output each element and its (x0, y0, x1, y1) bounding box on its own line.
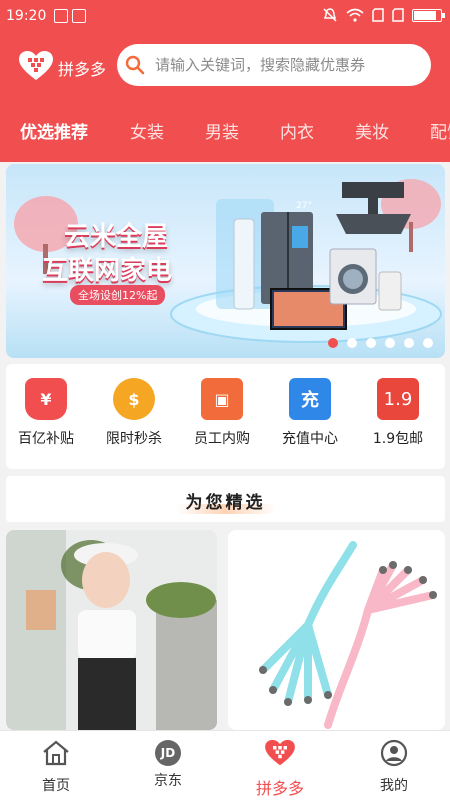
product-image (228, 530, 445, 730)
promo-banner[interactable]: 27° 云米全屋 互联网家电 全场设创12%起 (6, 164, 445, 358)
search-bar[interactable] (117, 44, 431, 86)
recharge-icon: 充 (289, 378, 331, 420)
quick-link-employee[interactable]: ▣ 员工内购 (182, 378, 262, 448)
nav-label: 首页 (42, 778, 70, 794)
category-tabs: 优选推荐 女装 男装 内衣 美妆 配饰 (0, 112, 450, 156)
banner-subtitle: 全场设创12%起 (70, 285, 166, 305)
nav-pinduoduo[interactable]: 拼多多 (240, 739, 320, 799)
banner-dot[interactable] (328, 338, 338, 348)
jd-icon: JD (155, 740, 181, 766)
tab-womens[interactable]: 女装 (130, 118, 164, 143)
mute-icon (323, 8, 337, 22)
tab-mens[interactable]: 男装 (205, 118, 239, 143)
banner-dot[interactable] (385, 338, 395, 348)
battery-icon (412, 8, 445, 22)
status-bar: 19:20 (0, 0, 450, 32)
home-icon (43, 740, 69, 766)
nav-label: 我的 (380, 778, 408, 794)
profile-icon (380, 739, 408, 767)
picks-section-header: 为您精选 (6, 476, 445, 522)
tab-beauty[interactable]: 美妆 (355, 118, 389, 143)
nav-label: 拼多多 (255, 779, 304, 798)
pinduoduo-logo-icon (19, 51, 53, 80)
price-tag-icon: 1.9 (377, 378, 419, 420)
bottom-navigation: 首页 JD 京东 拼多多 我的 (0, 730, 450, 801)
banner-temp-label: 27° (296, 201, 312, 211)
quick-link-label: 1.9包邮 (372, 431, 424, 447)
tab-accessories[interactable]: 配饰 (430, 118, 450, 143)
section-title: 为您精选 (185, 493, 266, 513)
quick-link-free-shipping[interactable]: 1.9 1.9包邮 (358, 378, 438, 448)
red-envelope-icon: ¥ (25, 378, 67, 420)
money-clock-icon: $ (113, 378, 155, 420)
banner-pagination (328, 338, 433, 348)
banner-title-line2: 互联网家电 (42, 256, 173, 286)
app-label: 拼多多 (58, 60, 107, 79)
header: 拼多多 优选推荐 女装 男装 内衣 美妆 配饰 (0, 32, 450, 162)
banner-dot[interactable] (366, 338, 376, 348)
quick-link-subsidy[interactable]: ¥ 百亿补贴 (6, 378, 86, 448)
product-image (6, 530, 217, 730)
nav-label: 京东 (154, 773, 182, 789)
usb-icon (72, 9, 87, 23)
status-time: 19:20 (6, 8, 47, 24)
sim2-icon (392, 8, 404, 22)
sim1-icon (372, 8, 384, 22)
quick-link-label: 百亿补贴 (18, 431, 74, 447)
wifi-icon (346, 8, 364, 22)
banner-dot[interactable] (347, 338, 357, 348)
nav-jd[interactable]: JD 京东 (128, 739, 208, 790)
nav-home[interactable]: 首页 (16, 739, 96, 795)
screenshot-icon (54, 9, 69, 23)
quick-link-label: 限时秒杀 (106, 431, 162, 447)
search-icon (125, 55, 145, 75)
banner-title-line1: 云米全屋 (64, 222, 169, 252)
quick-link-label: 员工内购 (194, 431, 250, 447)
search-input[interactable] (153, 55, 417, 75)
quick-link-recharge[interactable]: 充 充值中心 (270, 378, 350, 448)
shopping-bag-icon: ▣ (201, 378, 243, 420)
nav-profile[interactable]: 我的 (354, 739, 434, 795)
banner-dot[interactable] (423, 338, 433, 348)
quick-link-flash-sale[interactable]: $ 限时秒杀 (94, 378, 174, 448)
product-card[interactable] (228, 530, 445, 730)
quick-links: ¥ 百亿补贴 $ 限时秒杀 ▣ 员工内购 充 充值中心 1.9 1.9包邮 (6, 364, 445, 469)
product-card[interactable] (6, 530, 217, 730)
banner-dot[interactable] (404, 338, 414, 348)
tab-underwear[interactable]: 内衣 (280, 118, 314, 143)
pinduoduo-heart-icon (265, 739, 295, 766)
quick-link-label: 充值中心 (282, 431, 338, 447)
tab-recommended[interactable]: 优选推荐 (20, 118, 88, 143)
